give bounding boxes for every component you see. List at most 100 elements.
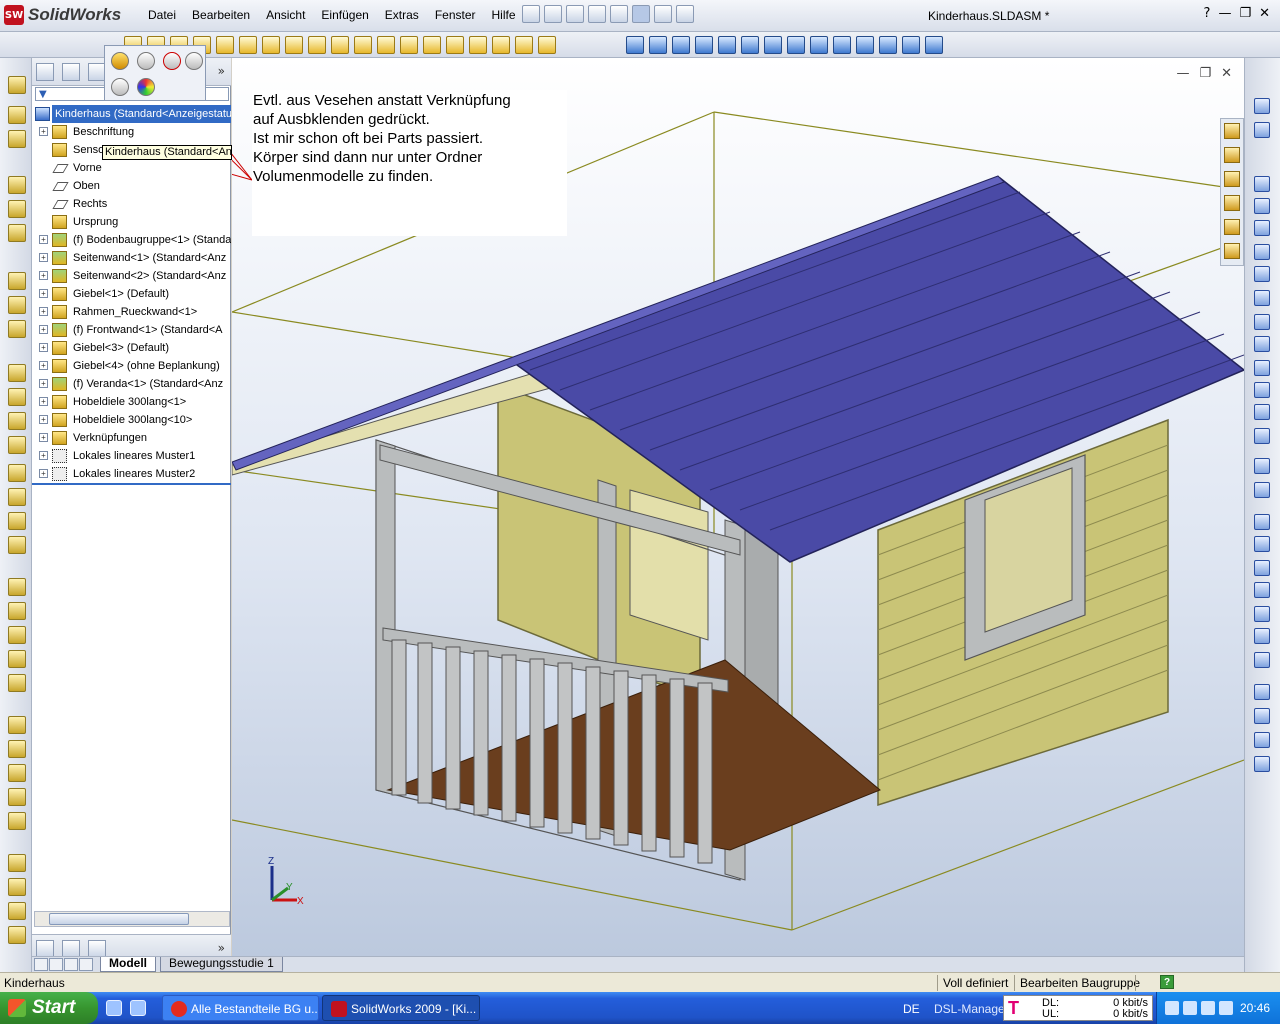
start-button[interactable]: Start (0, 992, 98, 1024)
language-indicator[interactable]: DE (903, 1002, 920, 1016)
three-point-arc-icon[interactable] (1254, 290, 1270, 306)
menu-ansicht[interactable]: Ansicht (258, 8, 313, 22)
expand-toggle-icon[interactable]: + (39, 433, 48, 442)
bill-of-materials-icon[interactable] (400, 36, 418, 54)
solidworks-resources-icon[interactable] (1224, 123, 1240, 139)
new-motion-study-icon[interactable] (377, 36, 395, 54)
tree-item[interactable]: + Beschriftung (32, 123, 231, 141)
line-icon[interactable] (1254, 176, 1270, 192)
transparency-icon[interactable] (8, 320, 26, 338)
options-icon[interactable] (676, 5, 694, 23)
tree-item[interactable]: + Seitenwand<1> (Standard<Anz (32, 249, 231, 267)
open-folder-icon[interactable] (544, 5, 562, 23)
dsl-manager-label[interactable]: DSL-Manager (934, 1002, 1009, 1016)
expand-toggle-icon[interactable]: + (39, 397, 48, 406)
custom-properties-icon[interactable] (1224, 243, 1240, 259)
expand-toggle-icon[interactable]: + (39, 379, 48, 388)
assembly-feature-icon[interactable] (469, 36, 487, 54)
smart-dimension-icon[interactable] (1254, 122, 1270, 138)
show-hidden-icon[interactable] (515, 36, 533, 54)
new-document-icon[interactable] (522, 5, 540, 23)
sketch-icon[interactable] (1254, 98, 1270, 114)
outlook-icon[interactable] (106, 1000, 122, 1016)
tab-motion-study[interactable]: Bewegungsstudie 1 (160, 957, 283, 972)
polygon-icon[interactable] (1254, 428, 1270, 444)
file-explorer-icon[interactable] (8, 764, 26, 782)
sketch-fillet-icon[interactable] (1254, 314, 1270, 330)
expand-toggle-icon[interactable]: + (39, 253, 48, 262)
exploded-view-icon[interactable] (8, 512, 26, 530)
expand-toggle-icon[interactable]: + (39, 235, 48, 244)
expand-toggle-icon[interactable]: + (39, 469, 48, 478)
new-part-icon[interactable] (8, 106, 26, 124)
menu-hilfe[interactable]: Hilfe (484, 8, 524, 22)
expand-toggle-icon[interactable]: + (39, 127, 48, 136)
menu-bearbeiten[interactable]: Bearbeiten (184, 8, 258, 22)
display-relations-icon[interactable] (1254, 606, 1270, 622)
rotate-component-icon[interactable] (8, 224, 26, 242)
tray-expand-icon[interactable] (1165, 1001, 1179, 1015)
shaded-with-edges-icon[interactable] (718, 36, 736, 54)
construction-line-icon[interactable] (1254, 360, 1270, 376)
reference-geometry-icon[interactable] (354, 36, 372, 54)
more-tabs-chevron-icon[interactable]: » (218, 941, 225, 955)
tree-item[interactable]: + Verknüpfungen (32, 429, 231, 447)
mirror-icon[interactable] (8, 488, 26, 506)
tree-item[interactable]: + Hobeldiele 300lang<10> (32, 411, 231, 429)
rectangle-icon[interactable] (1254, 198, 1270, 214)
tree-item[interactable]: + Hobeldiele 300lang<1> (32, 393, 231, 411)
3d-sketch-icon[interactable] (1254, 708, 1270, 724)
volume-icon[interactable] (1219, 1001, 1233, 1015)
edit-component-icon[interactable] (137, 52, 155, 70)
instant-3d-icon[interactable] (446, 36, 464, 54)
close-icon[interactable]: ✕ (1259, 6, 1270, 21)
expand-toggle-icon[interactable]: + (39, 289, 48, 298)
face-curves-icon[interactable] (1254, 732, 1270, 748)
taskbar-item-solidworks[interactable]: SolidWorks 2009 - [Ki... (322, 995, 480, 1021)
tree-item[interactable]: Ursprung (32, 213, 231, 231)
hide-show-items-icon[interactable] (856, 36, 874, 54)
shadows-icon[interactable] (833, 36, 851, 54)
shaded-icon[interactable] (741, 36, 759, 54)
repair-sketch-icon[interactable] (1254, 628, 1270, 644)
tree-item[interactable]: + (f) Veranda<1> (Standard<Anz (32, 375, 231, 393)
toolbox-icon[interactable] (8, 716, 26, 734)
section-view-icon[interactable] (764, 36, 782, 54)
new-assembly-icon[interactable] (8, 130, 26, 148)
viewport-close-icon[interactable]: ✕ (1221, 66, 1232, 81)
zoom-to-selection-icon[interactable] (111, 78, 129, 96)
custom-properties-icon[interactable] (8, 902, 26, 920)
tree-item[interactable]: + Giebel<4> (ohne Beplankung) (32, 357, 231, 375)
quick-snaps-icon[interactable] (1254, 652, 1270, 668)
tree-item[interactable]: + (f) Frontwand<1> (Standard<A (32, 321, 231, 339)
centerpoint-arc-icon[interactable] (1254, 244, 1270, 260)
point-icon[interactable] (8, 650, 26, 668)
menu-extras[interactable]: Extras (377, 8, 427, 22)
previous-tab-icon[interactable] (49, 958, 63, 971)
menu-datei[interactable]: Datei (140, 8, 184, 22)
split-line-icon[interactable] (1254, 684, 1270, 700)
insert-component-icon[interactable] (8, 76, 26, 94)
tangent-arc-icon[interactable] (1254, 266, 1270, 282)
convert-entities-icon[interactable] (1254, 482, 1270, 498)
network-icon[interactable] (1183, 1001, 1197, 1015)
tree-item[interactable]: + Seitenwand<2> (Standard<Anz (32, 267, 231, 285)
tree-item[interactable]: Rechts (32, 195, 231, 213)
feature-tree-tab-icon[interactable] (36, 63, 54, 81)
design-library-icon[interactable] (1224, 147, 1240, 163)
smart-fasteners-icon[interactable] (216, 36, 234, 54)
appearance-icon[interactable] (8, 878, 26, 896)
coordinate-system-icon[interactable] (8, 626, 26, 644)
mate-icon[interactable] (8, 176, 26, 194)
appearance-icon[interactable] (137, 78, 155, 96)
house-model[interactable] (232, 175, 1244, 881)
rebuild-icon[interactable] (654, 5, 672, 23)
undo-icon[interactable] (610, 5, 628, 23)
hide-components-icon[interactable] (8, 272, 26, 290)
first-tab-icon[interactable] (34, 958, 48, 971)
show-components-icon[interactable] (8, 296, 26, 314)
expand-toggle-icon[interactable]: + (39, 325, 48, 334)
tree-item[interactable]: + Rahmen_Rueckwand<1> (32, 303, 231, 321)
taskbar-item-opera[interactable]: Alle Bestandteile BG u... (162, 995, 319, 1021)
view-orientation-icon[interactable] (787, 36, 805, 54)
